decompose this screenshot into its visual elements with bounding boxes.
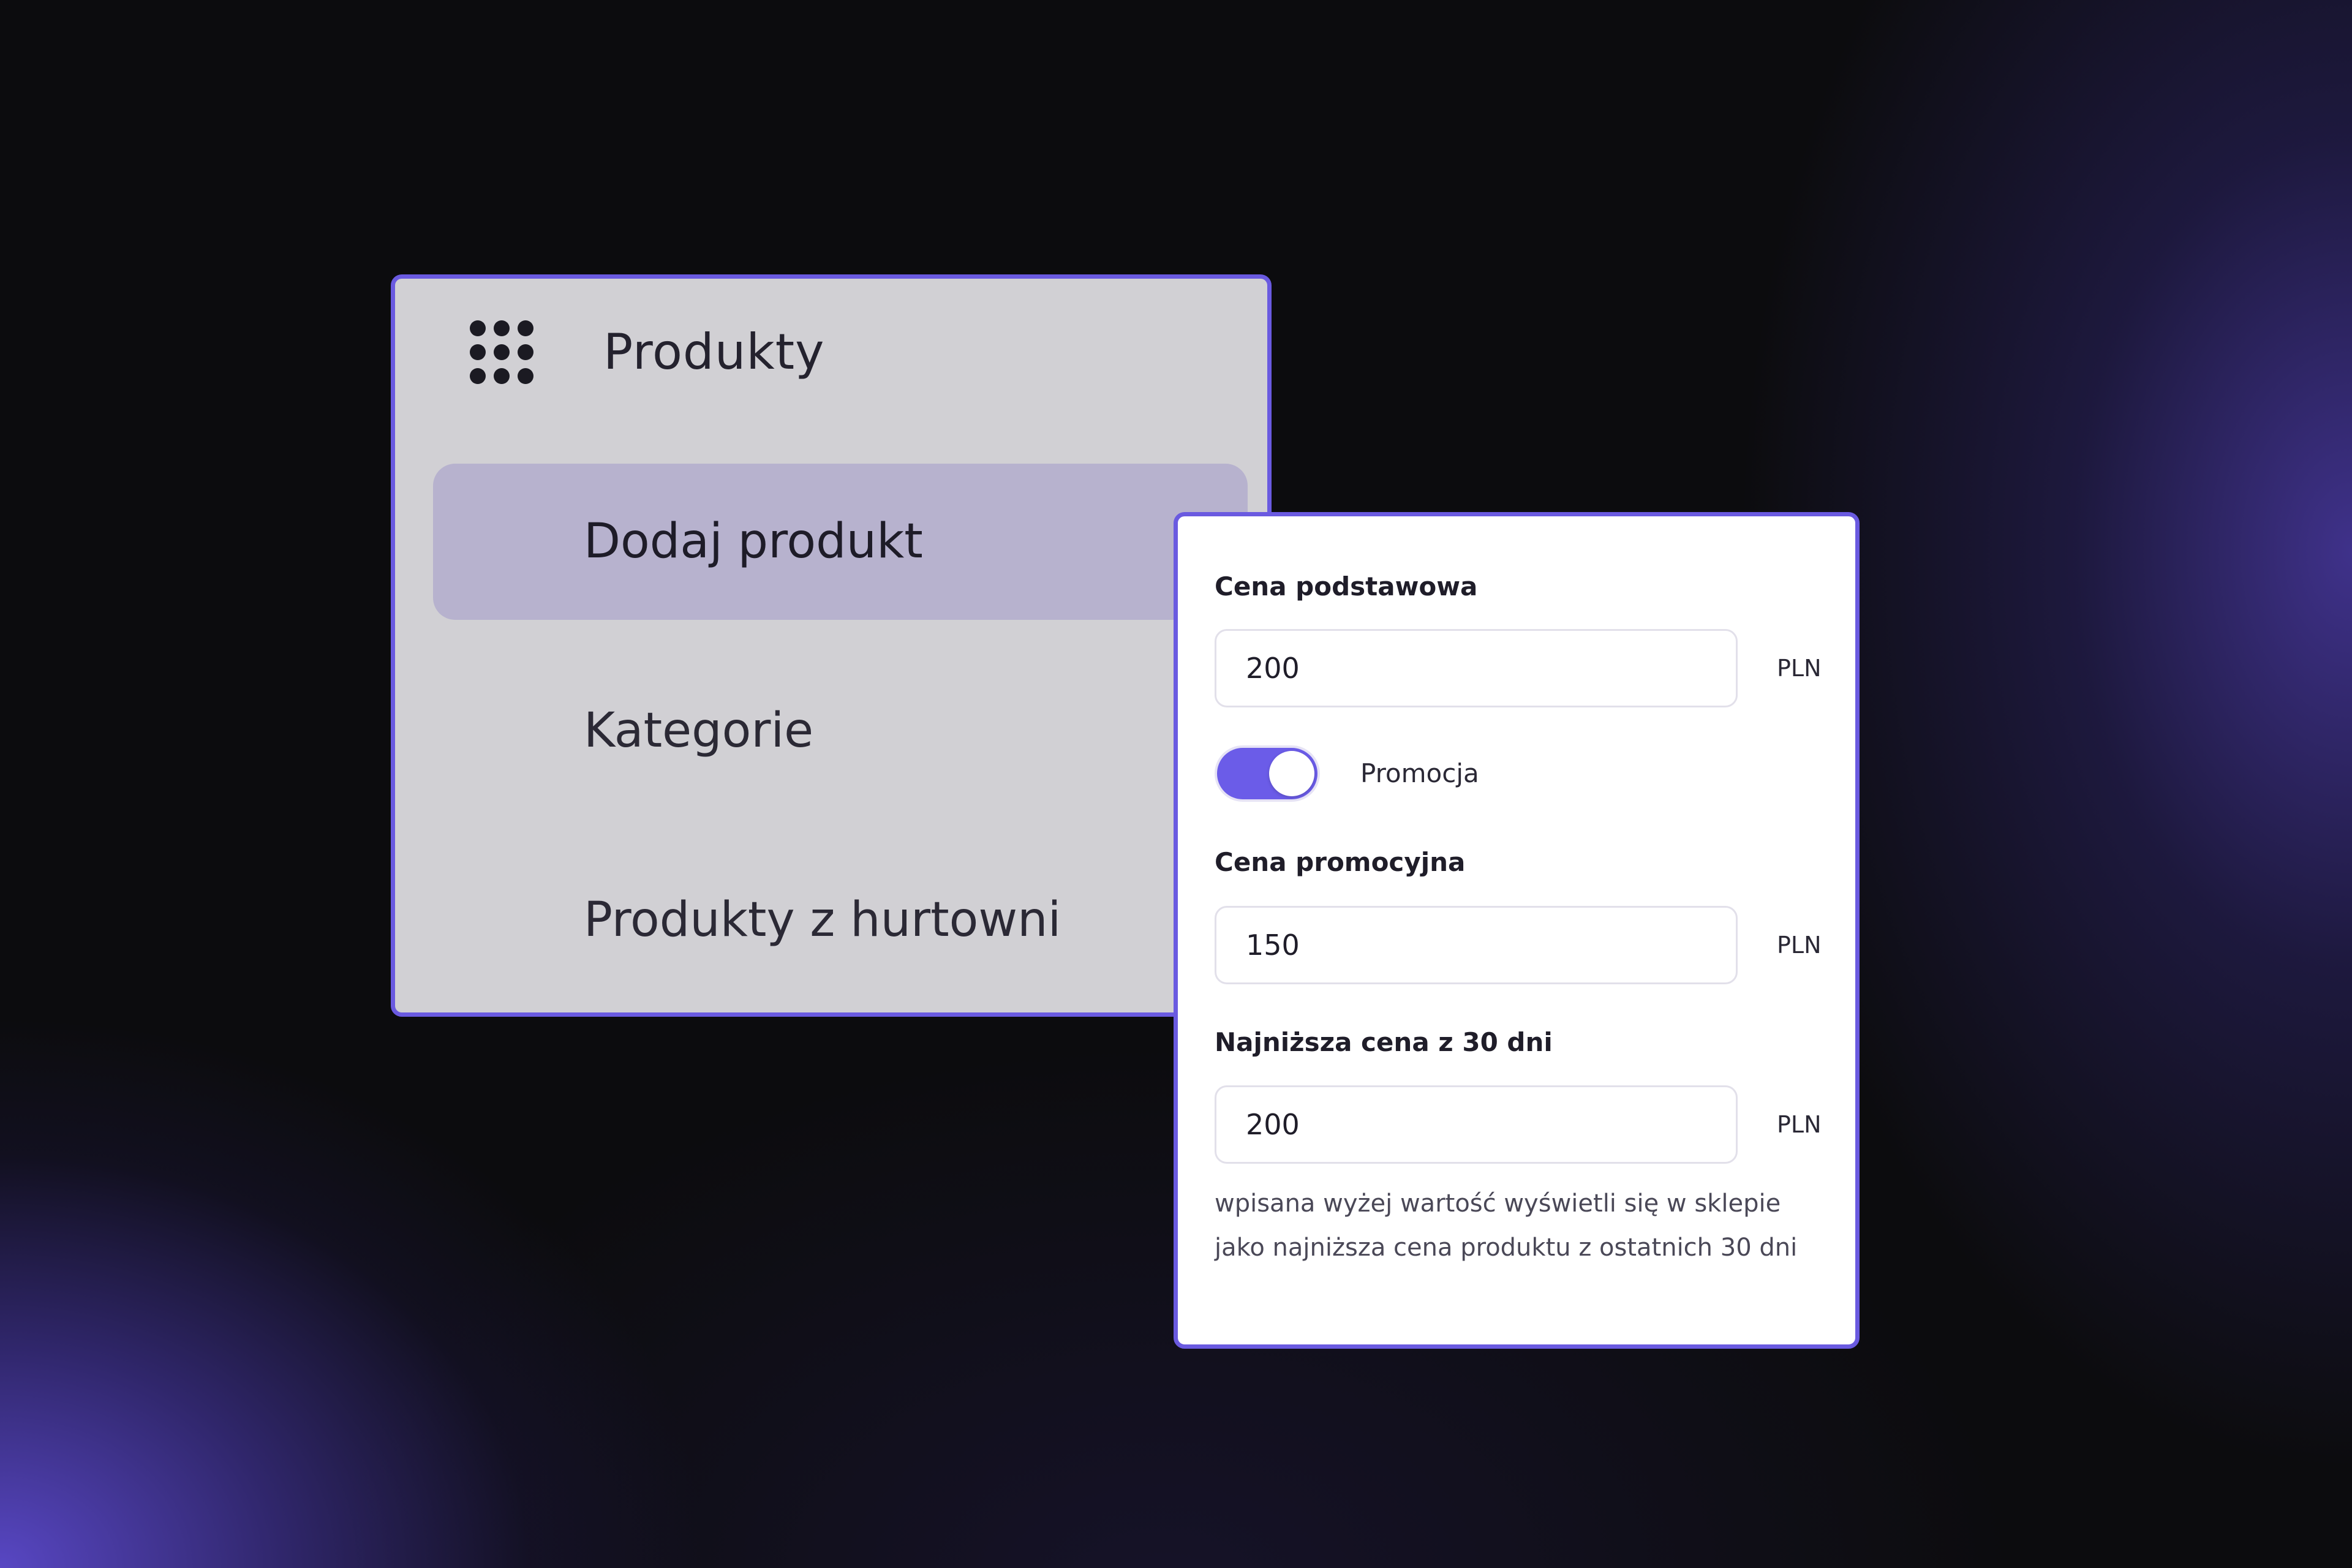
promo-price-input[interactable]	[1215, 906, 1738, 984]
menu-item-wholesale-products[interactable]: Produkty z hurtowni	[433, 842, 1248, 998]
promotion-toggle[interactable]	[1215, 745, 1320, 802]
menu-header: Produkty	[395, 279, 1267, 432]
base-price-input[interactable]	[1215, 629, 1738, 707]
menu-item-add-product[interactable]: Dodaj produkt	[433, 464, 1248, 620]
base-price-label: Cena podstawowa	[1215, 571, 1478, 601]
lowest-price-label: Najniższa cena z 30 dni	[1215, 1027, 1553, 1057]
toggle-knob	[1269, 751, 1314, 796]
products-menu-card: Produkty Dodaj produkt Kategorie Produkt…	[391, 274, 1272, 1017]
menu-item-categories[interactable]: Kategorie	[433, 653, 1248, 809]
menu-title: Produkty	[603, 323, 825, 380]
menu-item-label: Kategorie	[584, 703, 814, 758]
menu-item-label: Produkty z hurtowni	[584, 892, 1061, 948]
grid-dots-icon[interactable]	[470, 320, 533, 384]
lowest-price-input[interactable]	[1215, 1085, 1738, 1164]
promo-price-label: Cena promocyjna	[1215, 847, 1466, 877]
promo-price-unit: PLN	[1777, 932, 1822, 959]
price-settings-panel: Cena podstawowa PLN Promocja Cena promoc…	[1174, 512, 1860, 1349]
menu-item-label: Dodaj produkt	[584, 514, 923, 569]
base-price-unit: PLN	[1777, 655, 1822, 682]
lowest-price-hint: wpisana wyżej wartość wyświetli się w sk…	[1215, 1189, 1798, 1262]
lowest-price-unit: PLN	[1777, 1111, 1822, 1138]
promotion-toggle-label: Promocja	[1360, 758, 1479, 788]
